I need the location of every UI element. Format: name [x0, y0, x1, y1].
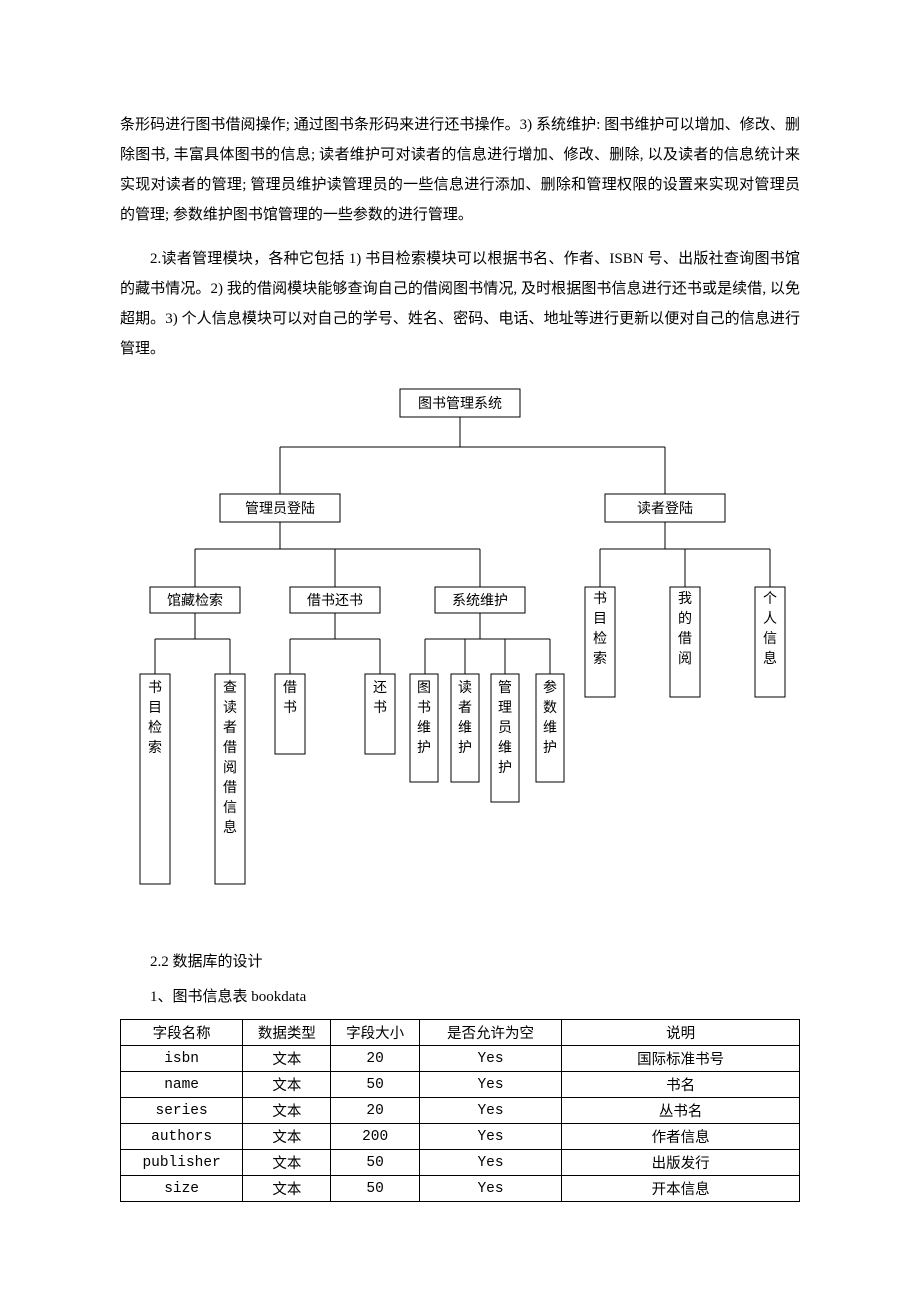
admin-c1-leaf-1: 书 目 检 索: [140, 674, 170, 884]
svg-text:目: 目: [148, 701, 162, 716]
svg-text:书: 书: [417, 700, 431, 716]
admin-c1-leaf-2: 查 读 者 借 阅 借 信 息: [215, 674, 245, 884]
svg-text:书: 书: [373, 700, 387, 716]
svg-text:息: 息: [763, 650, 777, 667]
svg-text:图书管理系统: 图书管理系统: [418, 396, 502, 412]
svg-text:护: 护: [458, 740, 472, 756]
svg-text:检: 检: [148, 720, 162, 736]
svg-text:人: 人: [763, 611, 777, 627]
svg-text:书: 书: [593, 591, 607, 607]
svg-text:护: 护: [543, 740, 557, 756]
svg-text:数: 数: [543, 700, 557, 716]
tree-svg: 图书管理系统 管理员登陆 读者登陆 馆藏检索 借书还书 系统维护: [110, 389, 810, 919]
svg-text:读: 读: [458, 679, 472, 696]
admin-c3-leaf-4: 参 数 维 护: [536, 674, 564, 782]
th-data-type: 数据类型: [243, 1020, 331, 1046]
svg-text:查: 查: [223, 680, 237, 696]
svg-text:馆藏检索: 馆藏检索: [167, 592, 223, 609]
svg-text:阅: 阅: [678, 651, 692, 667]
svg-text:者: 者: [223, 720, 237, 736]
svg-text:阅: 阅: [223, 760, 237, 776]
svg-text:信: 信: [223, 800, 237, 816]
svg-text:护: 护: [417, 740, 431, 756]
table-row: isbn 文本 20 Yes 国际标准书号: [121, 1046, 800, 1072]
admin-c3-leaf-3: 管 理 员 维 护: [491, 674, 519, 802]
table-row: publisher 文本 50 Yes 出版发行: [121, 1150, 800, 1176]
svg-text:维: 维: [417, 720, 431, 736]
svg-text:护: 护: [498, 760, 512, 776]
svg-text:维: 维: [543, 720, 557, 736]
table-row: size 文本 50 Yes 开本信息: [121, 1176, 800, 1202]
svg-text:借: 借: [678, 631, 692, 647]
module-tree-diagram: 图书管理系统 管理员登陆 读者登陆 馆藏检索 借书还书 系统维护: [120, 389, 800, 919]
table-caption-1: 1、图书信息表 bookdata: [120, 984, 800, 1011]
paragraph-1: 条形码进行图书借阅操作; 通过图书条形码来进行还书操作。3) 系统维护: 图书维…: [120, 110, 800, 230]
svg-text:借: 借: [223, 780, 237, 796]
svg-text:借书还书: 借书还书: [307, 593, 363, 609]
svg-text:还: 还: [373, 680, 387, 696]
admin-c3-leaf-2: 读 者 维 护: [451, 674, 479, 782]
db-heading: 2.2 数据库的设计: [120, 949, 800, 976]
bookdata-table: 字段名称 数据类型 字段大小 是否允许为空 说明 isbn 文本 20 Yes …: [120, 1019, 800, 1202]
th-field-size: 字段大小: [331, 1020, 419, 1046]
paragraph-2: 2.读者管理模块，各种它包括 1) 书目检索模块可以根据书名、作者、ISBN 号…: [120, 244, 800, 364]
admin-c2-leaf-1: 借 书: [275, 674, 305, 754]
th-field-name: 字段名称: [121, 1020, 243, 1046]
svg-text:索: 索: [148, 739, 162, 756]
svg-text:我: 我: [678, 591, 692, 607]
svg-text:目: 目: [593, 612, 607, 627]
svg-text:维: 维: [458, 720, 472, 736]
svg-text:借: 借: [223, 740, 237, 756]
table-row: series 文本 20 Yes 丛书名: [121, 1098, 800, 1124]
svg-text:读: 读: [223, 699, 237, 716]
svg-text:书: 书: [148, 680, 162, 696]
svg-text:系统维护: 系统维护: [452, 593, 508, 609]
th-nullable: 是否允许为空: [419, 1020, 562, 1046]
admin-c3-leaf-1: 图 书 维 护: [410, 674, 438, 782]
svg-text:信: 信: [763, 631, 777, 647]
svg-text:借: 借: [283, 680, 297, 696]
th-desc: 说明: [562, 1020, 800, 1046]
svg-text:参: 参: [543, 679, 557, 696]
svg-text:索: 索: [593, 650, 607, 667]
svg-text:书: 书: [283, 700, 297, 716]
table-row: authors 文本 200 Yes 作者信息: [121, 1124, 800, 1150]
table-header-row: 字段名称 数据类型 字段大小 是否允许为空 说明: [121, 1020, 800, 1046]
reader-leaf-1: 书 目 检 索: [585, 587, 615, 697]
table-row: name 文本 50 Yes 书名: [121, 1072, 800, 1098]
svg-text:管理员登陆: 管理员登陆: [245, 501, 315, 517]
svg-text:员: 员: [498, 721, 512, 736]
svg-text:维: 维: [498, 740, 512, 756]
svg-text:读者登陆: 读者登陆: [637, 500, 693, 517]
reader-leaf-2: 我 的 借 阅: [670, 587, 700, 697]
admin-c2-leaf-2: 还 书: [365, 674, 395, 754]
svg-text:图: 图: [417, 681, 431, 696]
svg-text:个: 个: [763, 591, 777, 607]
svg-text:管: 管: [498, 680, 512, 696]
svg-text:理: 理: [498, 701, 512, 716]
svg-text:的: 的: [678, 611, 692, 627]
svg-text:者: 者: [458, 700, 472, 716]
reader-leaf-3: 个 人 信 息: [755, 587, 785, 697]
svg-text:息: 息: [223, 819, 237, 836]
svg-text:检: 检: [593, 631, 607, 647]
